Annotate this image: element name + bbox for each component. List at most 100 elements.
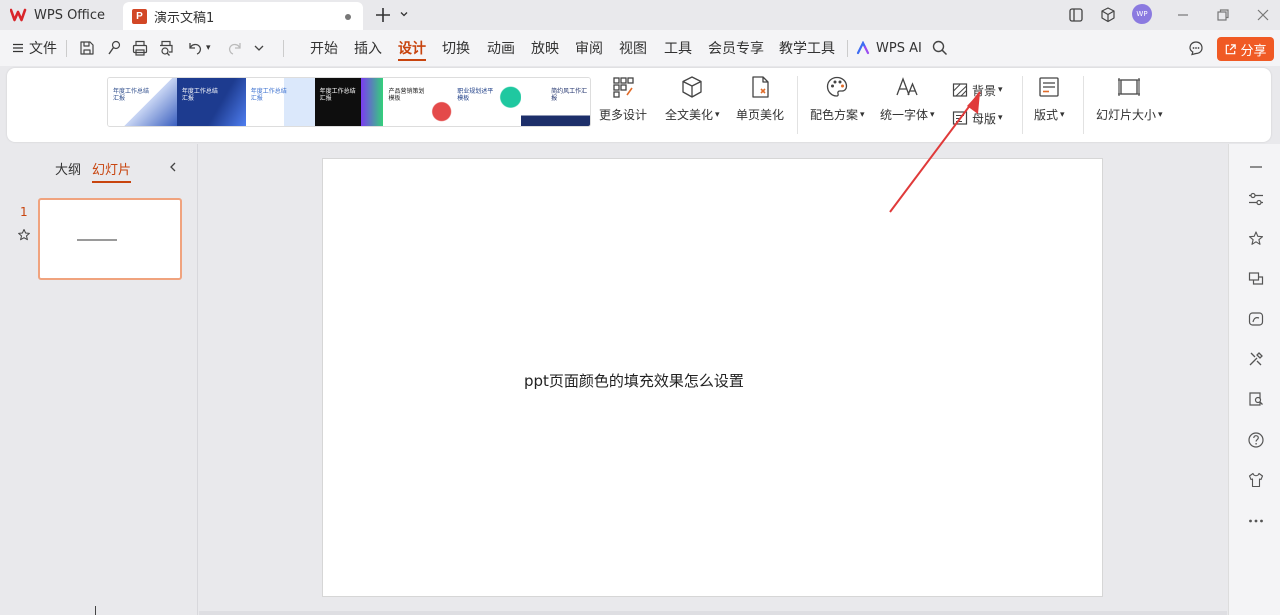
design-template[interactable]: 职业规划述平模板 — [452, 78, 522, 126]
divider — [283, 40, 284, 57]
divider — [66, 40, 67, 57]
search-icon — [932, 40, 948, 56]
more-options-icon[interactable] — [1247, 512, 1265, 530]
cube-icon[interactable] — [1099, 6, 1117, 24]
search-button[interactable] — [931, 30, 949, 66]
design-template[interactable]: 简约风工作汇报 — [521, 78, 590, 126]
design-template-gallery: 年度工作总结汇报 年度工作总结汇报 年度工作总结汇报 年度工作总结汇报 产品营销… — [107, 77, 591, 127]
book-search-icon[interactable] — [1247, 390, 1265, 408]
user-avatar[interactable]: WP — [1132, 4, 1152, 24]
design-template[interactable]: 年度工作总结汇报 — [176, 78, 246, 126]
title-bar: WPS Office P 演示文稿1 WP — [0, 0, 1280, 30]
comments-button[interactable] — [1187, 30, 1205, 66]
color-scheme-label: 配色方案 — [810, 108, 859, 122]
palette-icon — [827, 76, 848, 97]
design-template[interactable]: 产品营销策划模板 — [383, 78, 453, 126]
tab-slides[interactable]: 幻灯片 — [92, 159, 132, 183]
slide-text-box[interactable]: ppt页面颜色的填充效果怎么设置 — [524, 370, 744, 391]
minimize-icon[interactable] — [1174, 6, 1192, 24]
menu-bar: 文件 ▾ 开始 插入 设计 切换 动画 放映 审阅 视图 工具 会员专享 教学工… — [0, 30, 1280, 66]
chat-bubble-icon — [1189, 41, 1203, 56]
redo-button[interactable] — [226, 30, 244, 66]
slide-star-icon[interactable] — [17, 228, 31, 242]
star-sparkle-icon[interactable] — [1247, 230, 1265, 248]
adjust-sliders-icon[interactable] — [1247, 190, 1265, 208]
slide-thumbnail[interactable] — [38, 198, 182, 280]
share-button[interactable]: 分享 — [1217, 37, 1274, 61]
tab-member[interactable]: 会员专享 — [708, 30, 764, 66]
collapse-panel-chevron-icon[interactable] — [167, 161, 179, 173]
divider — [1083, 76, 1084, 134]
format-painter-button[interactable] — [105, 30, 123, 66]
single-beautify-label: 单页美化 — [736, 108, 785, 122]
tab-tools[interactable]: 工具 — [664, 30, 692, 66]
tab-outline[interactable]: 大纲 — [55, 159, 81, 178]
full-beautify-button[interactable]: 全文美化 ▾ — [665, 74, 720, 136]
quick-access-more-button[interactable] — [253, 30, 265, 66]
design-template[interactable]: 年度工作总结汇报 — [108, 78, 177, 126]
print-button[interactable] — [131, 30, 149, 66]
document-tab[interactable]: P 演示文稿1 — [123, 2, 363, 30]
slide-size-icon — [1118, 78, 1141, 96]
save-button[interactable] — [78, 30, 96, 66]
thumbnail-text-line — [77, 239, 117, 241]
layout-toggle-icon[interactable] — [1067, 6, 1085, 24]
close-icon[interactable] — [1254, 6, 1272, 24]
undo-button[interactable]: ▾ — [186, 30, 211, 66]
tools-icon[interactable] — [1247, 350, 1265, 368]
comment-icon[interactable] — [1247, 270, 1265, 288]
master-dropdown-icon[interactable]: ▾ — [998, 113, 1003, 123]
color-scheme-dropdown-icon[interactable]: ▾ — [860, 110, 865, 120]
more-design-button[interactable]: 更多设计 — [599, 74, 647, 136]
layout-button[interactable]: 版式 ▾ — [1034, 74, 1065, 136]
tab-transitions[interactable]: 切换 — [442, 30, 470, 66]
slide-editor[interactable]: ppt页面颜色的填充效果怎么设置 — [322, 158, 1103, 597]
grid-icon — [613, 77, 634, 98]
unsaved-dot-icon[interactable] — [345, 14, 351, 20]
design-template[interactable]: 年度工作总结汇报 — [314, 78, 384, 126]
restore-icon[interactable] — [1214, 6, 1232, 24]
tab-animations[interactable]: 动画 — [487, 30, 515, 66]
slide-size-button[interactable]: 幻灯片大小 ▾ — [1096, 74, 1163, 136]
divider — [847, 40, 848, 57]
collapse-sidebar-icon[interactable] — [1247, 158, 1265, 176]
more-design-label: 更多设计 — [599, 108, 648, 122]
file-menu[interactable]: 文件 — [12, 30, 57, 66]
tab-design[interactable]: 设计 — [398, 30, 426, 66]
wps-ai-button[interactable]: WPS AI — [856, 30, 922, 66]
divider — [797, 76, 798, 134]
print-preview-button[interactable] — [157, 30, 175, 66]
slide-navigator-panel: 大纲 幻灯片 1 — [0, 144, 198, 615]
help-icon[interactable] — [1247, 431, 1265, 449]
slide-size-dropdown-icon[interactable]: ▾ — [1158, 110, 1163, 120]
chevron-down-icon — [254, 45, 264, 51]
full-beautify-label: 全文美化 — [665, 108, 714, 122]
format-painter-icon — [108, 40, 121, 55]
tab-home[interactable]: 开始 — [310, 30, 338, 66]
print-preview-icon — [160, 40, 173, 56]
tab-list-chevron-icon[interactable] — [399, 9, 409, 19]
design-template[interactable]: 年度工作总结汇报 — [245, 78, 315, 126]
file-menu-label: 文件 — [29, 41, 57, 57]
undo-icon — [189, 43, 202, 55]
slide-canvas: ppt页面颜色的填充效果怎么设置 — [199, 144, 1227, 615]
wps-home-tab[interactable]: WPS Office — [0, 0, 118, 30]
skin-shirt-icon[interactable] — [1247, 471, 1265, 489]
tab-review[interactable]: 审阅 — [575, 30, 603, 66]
tab-slideshow[interactable]: 放映 — [531, 30, 559, 66]
undo-dropdown-icon[interactable]: ▾ — [206, 43, 211, 53]
tab-insert[interactable]: 插入 — [354, 30, 382, 66]
color-scheme-button[interactable]: 配色方案 ▾ — [810, 74, 865, 136]
tab-view[interactable]: 视图 — [619, 30, 647, 66]
full-beautify-dropdown-icon[interactable]: ▾ — [715, 110, 720, 120]
new-tab-plus-icon[interactable] — [373, 5, 393, 25]
wps-ai-label: WPS AI — [876, 40, 922, 56]
share-label: 分享 — [1240, 43, 1267, 59]
background-dropdown-icon[interactable]: ▾ — [998, 85, 1003, 95]
document-title: 演示文稿1 — [154, 10, 215, 26]
single-page-beautify-button[interactable]: 单页美化 — [736, 74, 784, 136]
design-ribbon: 年度工作总结汇报 年度工作总结汇报 年度工作总结汇报 年度工作总结汇报 产品营销… — [7, 68, 1271, 142]
layout-dropdown-icon[interactable]: ▾ — [1060, 110, 1065, 120]
image-edit-icon[interactable] — [1247, 310, 1265, 328]
tab-teaching-tools[interactable]: 教学工具 — [779, 30, 835, 66]
